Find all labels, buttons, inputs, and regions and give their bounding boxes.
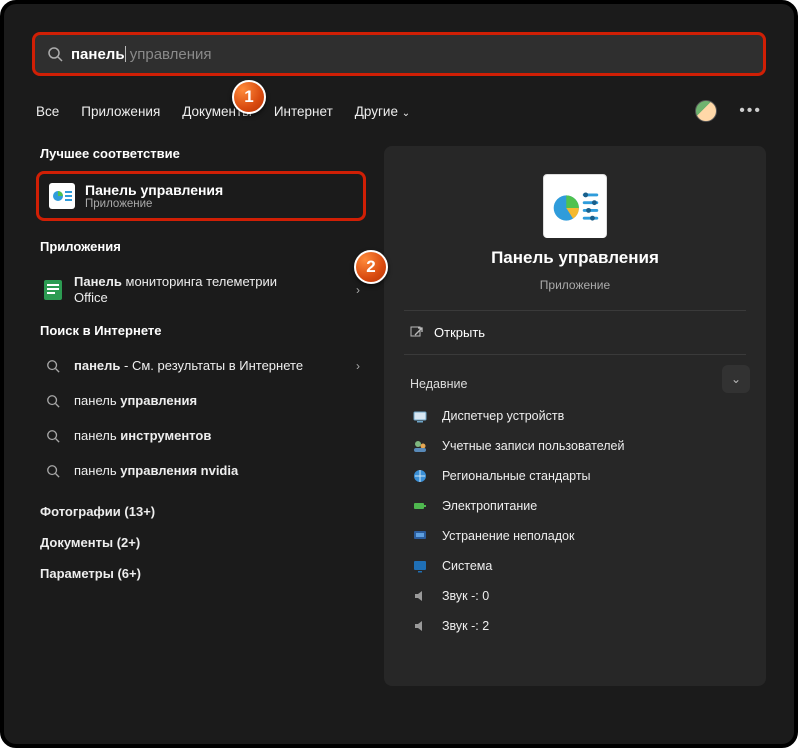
- callout-badge-2: 2: [354, 250, 388, 284]
- control-panel-icon: [49, 183, 75, 209]
- section-best-match: Лучшее соответствие: [40, 146, 366, 161]
- category-documents[interactable]: Документы (2+): [36, 527, 366, 558]
- search-icon: [42, 429, 64, 443]
- chevron-down-icon: ⌄: [402, 108, 410, 119]
- chevron-right-icon: ›: [356, 283, 360, 297]
- web-result-1[interactable]: панель - См. результаты в Интернете ›: [36, 348, 366, 383]
- recent-item-user-accounts[interactable]: Учетные записи пользователей: [404, 431, 746, 461]
- preview-subtitle: Приложение: [540, 278, 610, 292]
- speaker-icon: [410, 588, 430, 604]
- control-panel-icon-large: [543, 174, 607, 238]
- section-web: Поиск в Интернете: [40, 323, 366, 338]
- document-icon: [42, 280, 64, 300]
- preview-panel: Панель управления Приложение Открыть ⌄ Н…: [384, 146, 766, 686]
- results-list: Лучшее соответствие Панель управления Пр…: [36, 146, 366, 686]
- tab-apps[interactable]: Приложения: [81, 104, 160, 119]
- search-icon: [47, 46, 63, 62]
- open-action[interactable]: Открыть ⌄: [404, 310, 746, 355]
- device-manager-icon: [410, 408, 430, 424]
- recent-item-troubleshoot[interactable]: Устранение неполадок: [404, 521, 746, 551]
- section-apps: Приложения: [40, 239, 366, 254]
- category-settings[interactable]: Параметры (6+): [36, 558, 366, 589]
- search-icon: [42, 359, 64, 373]
- search-icon: [42, 464, 64, 478]
- more-button[interactable]: •••: [739, 102, 762, 120]
- system-icon: [410, 558, 430, 574]
- globe-icon: [410, 468, 430, 484]
- web-result-3[interactable]: панель инструментов: [36, 418, 366, 453]
- app-result-office-telemetry[interactable]: Панель мониторинга телеметрии Office ›: [36, 264, 366, 315]
- users-icon: [410, 438, 430, 454]
- troubleshoot-icon: [410, 528, 430, 544]
- recent-item-sound-0[interactable]: Звук -: 0: [404, 581, 746, 611]
- preview-title: Панель управления: [491, 248, 659, 268]
- expand-button[interactable]: ⌄: [722, 365, 750, 393]
- callout-badge-1: 1: [232, 80, 266, 114]
- search-input[interactable]: панель управления: [32, 32, 766, 76]
- tab-other[interactable]: Другие ⌄: [355, 104, 410, 119]
- user-avatar[interactable]: [695, 100, 717, 122]
- best-match-result[interactable]: Панель управления Приложение: [36, 171, 366, 221]
- recent-label: Недавние: [410, 377, 746, 391]
- tab-all[interactable]: Все: [36, 104, 59, 119]
- chevron-right-icon: ›: [356, 359, 360, 373]
- web-result-2[interactable]: панель управления: [36, 383, 366, 418]
- recent-item-region[interactable]: Региональные стандарты: [404, 461, 746, 491]
- search-text: панель управления: [71, 46, 212, 63]
- speaker-icon: [410, 618, 430, 634]
- recent-item-power[interactable]: Электропитание: [404, 491, 746, 521]
- recent-item-sound-2[interactable]: Звук -: 2: [404, 611, 746, 641]
- recent-item-device-manager[interactable]: Диспетчер устройств: [404, 401, 746, 431]
- category-photos[interactable]: Фотографии (13+): [36, 496, 366, 527]
- search-icon: [42, 394, 64, 408]
- tab-internet[interactable]: Интернет: [274, 104, 333, 119]
- recent-item-system[interactable]: Система: [404, 551, 746, 581]
- open-icon: [410, 326, 424, 340]
- web-result-4[interactable]: панель управления nvidia: [36, 453, 366, 488]
- power-icon: [410, 498, 430, 514]
- filter-tabs: Все Приложения Документы Интернет Другие…: [32, 100, 766, 122]
